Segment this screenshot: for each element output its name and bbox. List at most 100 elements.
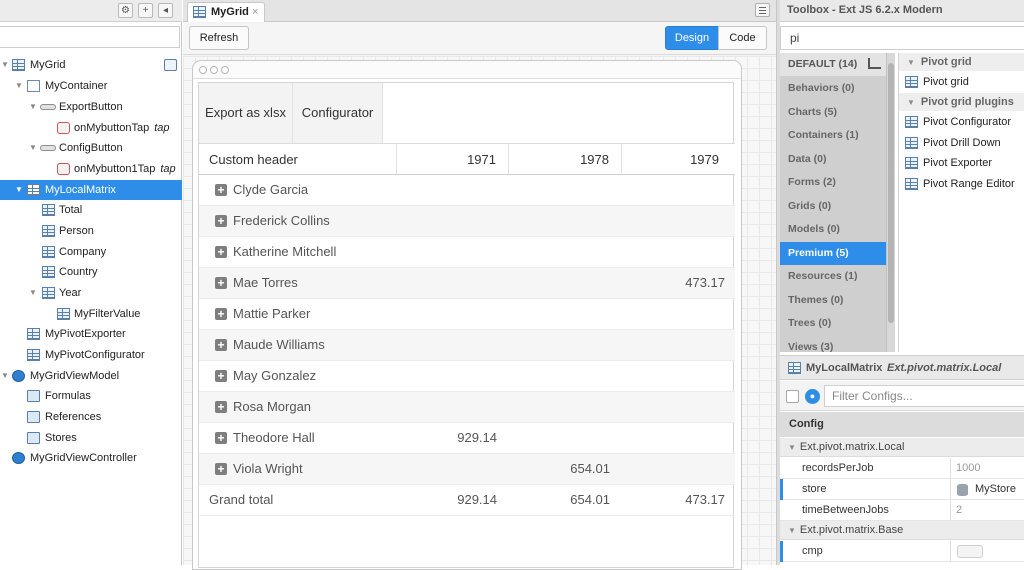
grid-row[interactable]: + Viola Wright 654.01 bbox=[199, 454, 735, 485]
config-group-local[interactable]: ▼ Ext.pivot.matrix.Local bbox=[780, 438, 1024, 457]
category-premium[interactable]: Premium (5) bbox=[780, 241, 886, 265]
config-value[interactable]: 1000 bbox=[956, 458, 980, 479]
scrollbar-thumb[interactable] bbox=[888, 63, 894, 323]
categories-scrollbar[interactable] bbox=[886, 53, 895, 352]
grid-row[interactable]: + May Gonzalez bbox=[199, 361, 735, 392]
tree-item-formulas[interactable]: Formulas bbox=[0, 386, 182, 406]
filter-configs-input[interactable]: Filter Configs... bbox=[824, 385, 1024, 407]
show-set-configs-checkbox[interactable] bbox=[786, 390, 799, 403]
lock-icon[interactable]: ● bbox=[805, 389, 820, 404]
tree-item-myfiltervalue[interactable]: MyFilterValue bbox=[0, 304, 182, 324]
expand-plus-icon[interactable]: + bbox=[215, 215, 227, 227]
grid-row[interactable]: + Frederick Collins bbox=[199, 206, 735, 237]
tree-item-mypivotconfigurator[interactable]: MyPivotConfigurator bbox=[0, 345, 182, 365]
toolbox-item-pivot-configurator[interactable]: Pivot Configurator bbox=[905, 112, 1011, 132]
config-row-cmp[interactable]: cmp bbox=[780, 541, 1024, 562]
refresh-button[interactable]: Refresh bbox=[189, 26, 249, 50]
grid-row[interactable]: + Maude Williams bbox=[199, 330, 735, 361]
column-header-1978[interactable]: 1978 bbox=[509, 144, 622, 175]
tree-item-configbutton[interactable]: ▼ ConfigButton bbox=[0, 138, 182, 158]
config-row-recordsperjob[interactable]: recordsPerJob 1000 bbox=[780, 458, 1024, 479]
tree-item-mycontainer[interactable]: ▼ MyContainer bbox=[0, 76, 182, 96]
grid-row[interactable]: + Mae Torres 473.17 bbox=[199, 268, 735, 299]
component-picker-icon[interactable] bbox=[957, 545, 983, 558]
category-views[interactable]: Views (3) bbox=[780, 336, 886, 353]
category-resources[interactable]: Resources (1) bbox=[780, 265, 886, 288]
expand-plus-icon[interactable]: + bbox=[215, 463, 227, 475]
tree-item-stores[interactable]: Stores bbox=[0, 428, 182, 448]
expand-plus-icon[interactable]: + bbox=[215, 246, 227, 258]
tree-item-country[interactable]: Country bbox=[0, 262, 182, 282]
category-data[interactable]: Data (0) bbox=[780, 148, 886, 171]
config-value[interactable]: 2 bbox=[956, 500, 962, 521]
tree-item-mylocalmatrix[interactable]: ▼ MyLocalMatrix bbox=[0, 180, 182, 200]
toolbox-item-pivot-exporter[interactable]: Pivot Exporter bbox=[905, 153, 992, 173]
tree-item-mygridviewmodel[interactable]: ▼ MyGridViewModel bbox=[0, 366, 182, 386]
expand-plus-icon[interactable]: + bbox=[215, 339, 227, 351]
design-view-button[interactable]: Design bbox=[665, 26, 719, 50]
category-containers[interactable]: Containers (1) bbox=[780, 124, 886, 147]
tree-item-mygridviewcontroller[interactable]: MyGridViewController bbox=[0, 448, 182, 468]
tree-item-total[interactable]: Total bbox=[0, 200, 182, 220]
toolbox-item-pivot-grid[interactable]: Pivot grid bbox=[905, 72, 969, 92]
column-header-1971[interactable]: 1971 bbox=[397, 144, 509, 175]
collapse-left-icon[interactable]: ◂ bbox=[158, 3, 173, 18]
expand-arrow-icon[interactable]: ▼ bbox=[0, 55, 10, 75]
category-grids[interactable]: Grids (0) bbox=[780, 195, 886, 218]
collapse-arrow-icon[interactable]: ▼ bbox=[788, 526, 796, 535]
config-row-store[interactable]: store MyStore bbox=[780, 479, 1024, 500]
grid-row[interactable]: + Clyde Garcia bbox=[199, 175, 735, 206]
category-themes[interactable]: Themes (0) bbox=[780, 289, 886, 312]
tab-menu-icon[interactable] bbox=[755, 3, 770, 17]
expand-plus-icon[interactable]: + bbox=[215, 308, 227, 320]
config-value[interactable]: MyStore bbox=[975, 479, 1016, 500]
tree-item-exportbutton[interactable]: ▼ ExportButton bbox=[0, 97, 182, 117]
tree-item-mygrid[interactable]: ▼ MyGrid bbox=[0, 55, 182, 75]
expand-arrow-icon[interactable]: ▼ bbox=[14, 76, 24, 96]
add-icon[interactable]: + bbox=[138, 3, 153, 18]
category-trees[interactable]: Trees (0) bbox=[780, 312, 886, 335]
expand-arrow-icon[interactable]: ▼ bbox=[28, 283, 38, 303]
expand-arrow-icon[interactable]: ▼ bbox=[28, 138, 38, 158]
expand-arrow-icon[interactable]: ▼ bbox=[0, 366, 10, 386]
toolbox-item-pivot-drill-down[interactable]: Pivot Drill Down bbox=[905, 133, 1001, 153]
toolbox-search-input[interactable]: pi bbox=[780, 26, 1024, 50]
tab-mygrid[interactable]: MyGrid × bbox=[187, 2, 265, 22]
export-xlsx-button[interactable]: Export as xlsx bbox=[199, 83, 293, 143]
expand-plus-icon[interactable]: + bbox=[215, 277, 227, 289]
expand-arrow-icon[interactable]: ▼ bbox=[28, 97, 38, 117]
grid-row[interactable]: + Mattie Parker bbox=[199, 299, 735, 330]
inspector-search-input[interactable] bbox=[0, 26, 180, 48]
tree-item-onmybutton1tap[interactable]: onMybutton1Tap tap bbox=[0, 159, 182, 179]
category-behaviors[interactable]: Behaviors (0) bbox=[780, 77, 886, 100]
grid-row[interactable]: + Theodore Hall 929.14 bbox=[199, 423, 735, 454]
configurator-button[interactable]: Configurator bbox=[293, 83, 383, 143]
tree-item-references[interactable]: References bbox=[0, 407, 182, 427]
tree-item-mypivotexporter[interactable]: MyPivotExporter bbox=[0, 324, 182, 344]
grid-row[interactable]: + Katherine Mitchell bbox=[199, 237, 735, 268]
collapse-arrow-icon[interactable]: ▼ bbox=[907, 58, 915, 67]
tree-item-onmybuttontap[interactable]: onMybuttonTap tap bbox=[0, 118, 182, 138]
tree-item-year[interactable]: ▼ Year bbox=[0, 283, 182, 303]
clear-filter-icon[interactable] bbox=[868, 58, 881, 69]
preview-icon[interactable] bbox=[164, 59, 177, 71]
tree-item-person[interactable]: Person bbox=[0, 221, 182, 241]
settings-icon[interactable]: ⚙ bbox=[118, 3, 133, 18]
collapse-arrow-icon[interactable]: ▼ bbox=[788, 443, 796, 452]
group-header-pivot-plugins[interactable]: ▼ Pivot grid plugins bbox=[899, 93, 1024, 111]
expand-plus-icon[interactable]: + bbox=[215, 401, 227, 413]
expand-plus-icon[interactable]: + bbox=[215, 370, 227, 382]
config-row-timebetweenjobs[interactable]: timeBetweenJobs 2 bbox=[780, 500, 1024, 521]
config-group-base[interactable]: ▼ Ext.pivot.matrix.Base bbox=[780, 521, 1024, 540]
toolbox-item-pivot-range-editor[interactable]: Pivot Range Editor bbox=[905, 174, 1015, 194]
collapse-arrow-icon[interactable]: ▼ bbox=[907, 98, 915, 107]
expand-arrow-icon[interactable]: ▼ bbox=[14, 180, 24, 200]
column-header-1979[interactable]: 1979 bbox=[622, 144, 735, 175]
category-charts[interactable]: Charts (5) bbox=[780, 101, 886, 124]
category-forms[interactable]: Forms (2) bbox=[780, 171, 886, 194]
close-tab-icon[interactable]: × bbox=[252, 3, 258, 21]
expand-plus-icon[interactable]: + bbox=[215, 432, 227, 444]
code-view-button[interactable]: Code bbox=[718, 26, 767, 50]
column-header-custom[interactable]: Custom header bbox=[199, 144, 397, 175]
category-models[interactable]: Models (0) bbox=[780, 218, 886, 241]
